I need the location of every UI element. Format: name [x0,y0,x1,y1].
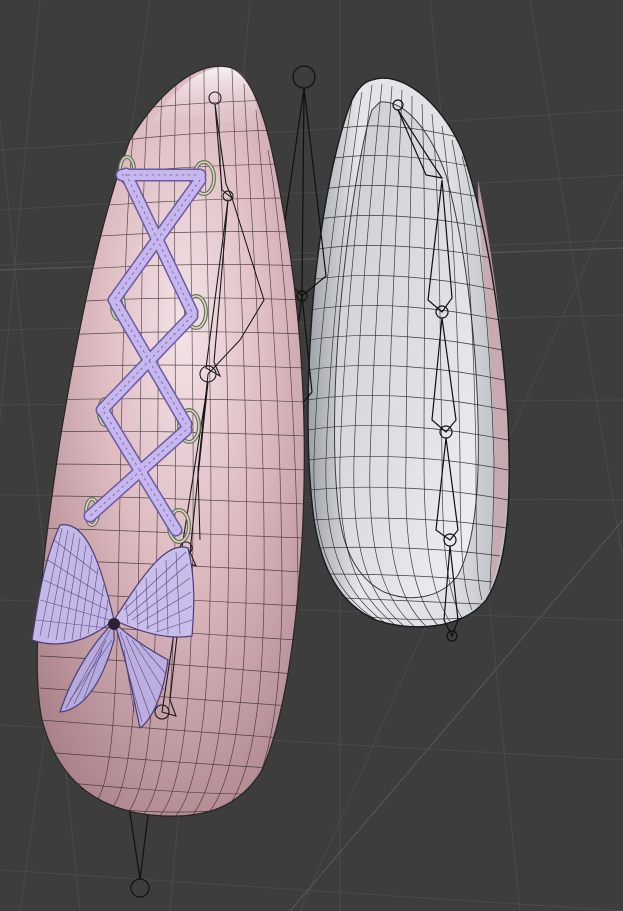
right-ear-mesh[interactable] [307,77,510,628]
3d-viewport[interactable] [0,0,623,911]
viewport-scene [0,0,623,911]
